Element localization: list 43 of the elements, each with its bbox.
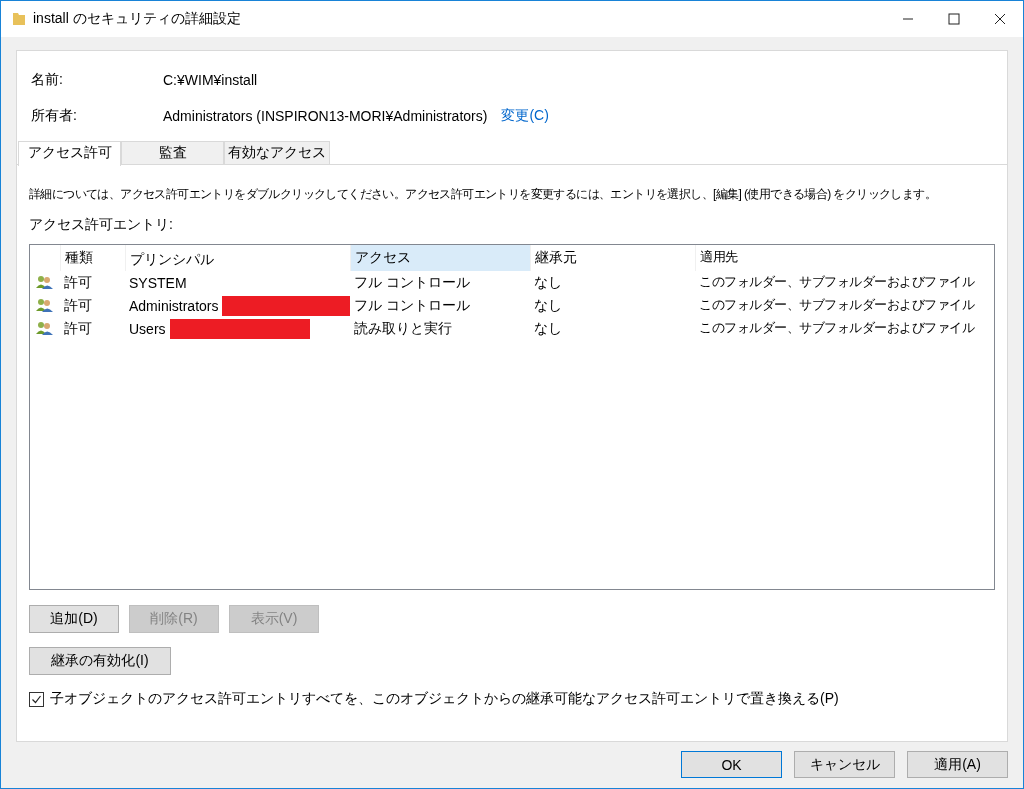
dialog-button[interactable]: キャンセル (794, 751, 895, 778)
dialog-button[interactable]: 適用(A) (907, 751, 1008, 778)
table-cell-text: なし (533, 296, 563, 315)
dialog-button[interactable]: OK (681, 751, 782, 778)
table-cell-text: 許可 (63, 273, 93, 292)
checkbox[interactable] (29, 691, 44, 707)
field-value: C:¥WIM¥install (163, 72, 258, 88)
tab[interactable]: 有効なアクセス (224, 141, 330, 164)
column-header[interactable]: 種類 (60, 245, 125, 271)
table-cell-text: このフォルダー、サブフォルダーおよびファイル (698, 320, 976, 337)
folder-icon (13, 11, 25, 27)
users-icon (36, 275, 54, 290)
list-label: アクセス許可エントリ: (29, 216, 174, 234)
enable-inheritance-button[interactable]: 継承の有効化(I) (29, 647, 171, 675)
table-cell-text: 読み取りと実行 (353, 319, 453, 338)
table-cell: SYSTEM (129, 274, 187, 291)
action-button[interactable]: 追加(D) (29, 605, 119, 633)
maximize-icon[interactable] (948, 13, 960, 25)
table-cell-text: このフォルダー、サブフォルダーおよびファイル (698, 297, 976, 314)
tab[interactable]: アクセス許可 (18, 141, 121, 166)
column-header[interactable]: 継承元 (530, 245, 695, 271)
change-link[interactable]: 変更(C) (501, 107, 549, 125)
table-cell-text: フル コントロール (353, 273, 471, 292)
tab[interactable]: 監査 (121, 141, 224, 164)
column-header[interactable]: アクセス (350, 245, 530, 271)
table-cell: Users (129, 320, 166, 337)
table-cell-text: このフォルダー、サブフォルダーおよびファイル (698, 274, 976, 291)
table-cell-text: 許可 (63, 319, 93, 338)
field-value: Administrators (INSPIRON13-MORI¥Administrators) (163, 108, 488, 124)
users-icon (36, 321, 54, 336)
column-header[interactable]: 適用先 (695, 245, 994, 271)
table-cell-text: なし (533, 273, 563, 292)
field-label: 所有者: (31, 107, 78, 125)
table-cell-text: なし (533, 319, 563, 338)
field-label: 名前: (31, 71, 64, 89)
close-icon[interactable] (994, 13, 1006, 25)
window-title: install のセキュリティの詳細設定 (33, 10, 241, 28)
table-cell-text: 許可 (63, 296, 93, 315)
users-icon (36, 298, 54, 313)
table-cell: Administrators (129, 297, 219, 314)
checkbox-label: 子オブジェクトのアクセス許可エントリすべてを、このオブジェクトからの継承可能なアクセス許可エントリで置き換える(P) (50, 690, 839, 708)
description-text: 詳細については、アクセス許可エントリをダブルクリックしてください。アクセス許可エントリを変更するには、エントリを選択し、[編集] (使用できる場合) をクリックします。 (29, 186, 936, 203)
table-cell-text: フル コントロール (353, 296, 471, 315)
